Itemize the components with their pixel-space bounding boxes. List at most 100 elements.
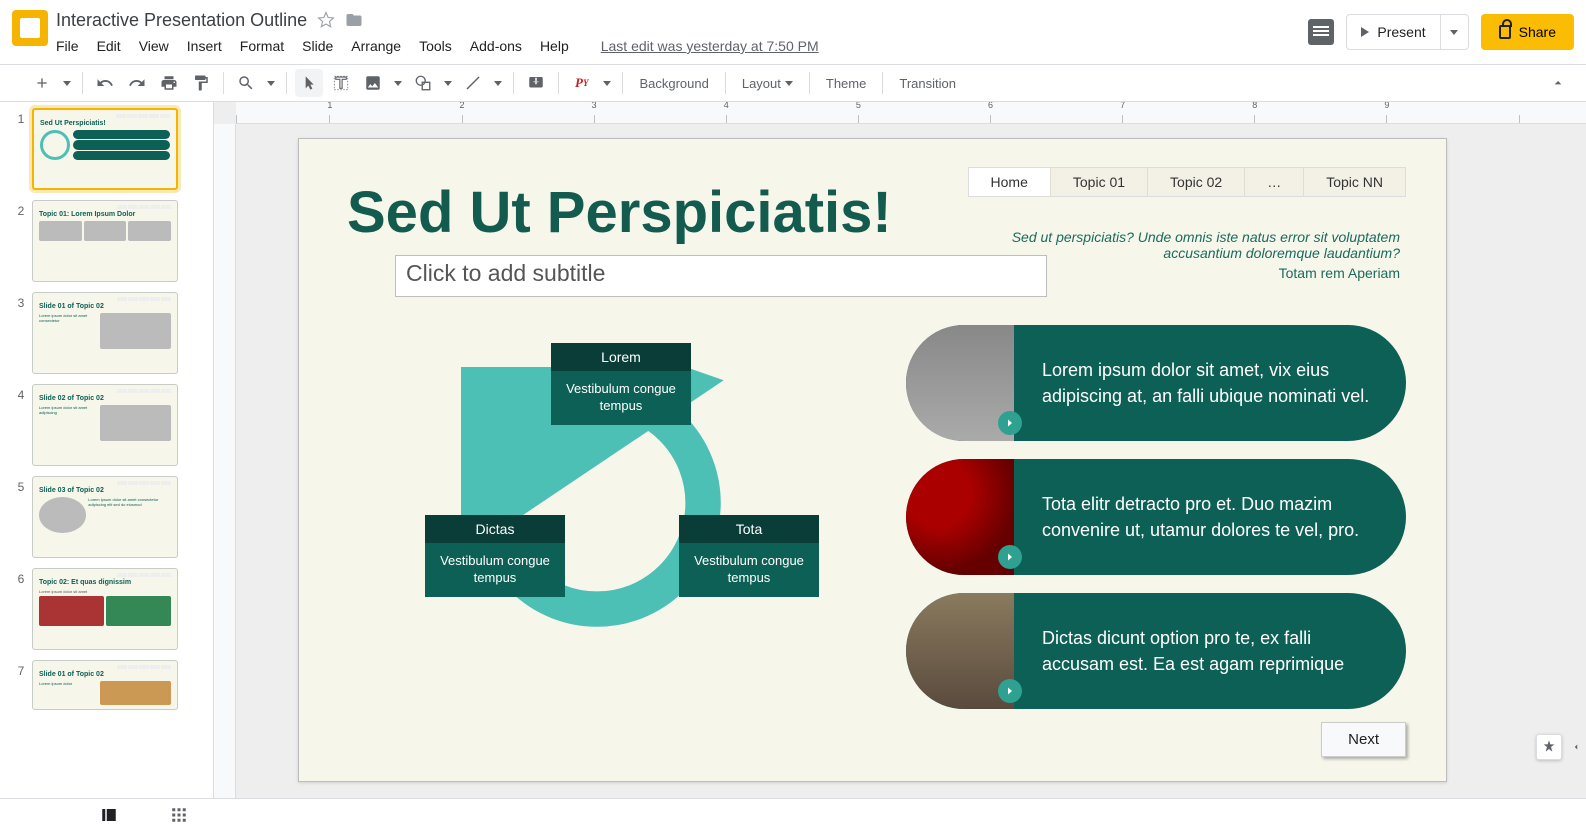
image-dropdown[interactable] [391, 69, 405, 97]
thumb-number: 4 [10, 384, 32, 466]
pill-item-2[interactable]: Tota elitr detracto pro et. Duo mazim co… [906, 459, 1406, 575]
script-dropdown[interactable] [600, 69, 614, 97]
cycle-box-tota[interactable]: TotaVestibulum congue tempus [679, 515, 819, 597]
nav-home[interactable]: Home [969, 168, 1050, 196]
pill-item-3[interactable]: Dictas dicunt option pro te, ex falli ac… [906, 593, 1406, 709]
svg-text:+: + [533, 76, 539, 88]
explore-button[interactable] [1536, 734, 1562, 760]
pill-list: Lorem ipsum dolor sit amet, vix eius adi… [906, 325, 1406, 727]
shape-dropdown[interactable] [441, 69, 455, 97]
pill-text: Dictas dicunt option pro te, ex falli ac… [1014, 593, 1406, 709]
next-button[interactable]: Next [1321, 722, 1406, 757]
grid-view-icon[interactable] [170, 806, 190, 826]
cycle-diagram[interactable]: LoremVestibulum congue tempus DictasVest… [425, 339, 855, 739]
slide-thumb-4[interactable]: Slide 02 of Topic 02 Lorem ipsum dolor s… [32, 384, 178, 466]
toolbar: + PY Background Layout Theme Transition [0, 64, 1586, 102]
nav-more[interactable]: … [1244, 168, 1303, 196]
share-label: Share [1519, 24, 1556, 40]
share-button[interactable]: Share [1481, 14, 1574, 50]
menu-format[interactable]: Format [240, 38, 284, 54]
menu-edit[interactable]: Edit [97, 38, 121, 54]
vertical-ruler[interactable] [214, 124, 236, 798]
chevron-right-icon[interactable] [998, 679, 1022, 703]
cycle-box-lorem[interactable]: LoremVestibulum congue tempus [551, 343, 691, 425]
layout-button[interactable]: Layout [734, 69, 801, 97]
zoom-button[interactable] [232, 69, 260, 97]
slide-tagline[interactable]: Sed ut perspiciatis? Unde omnis iste nat… [1010, 229, 1400, 281]
pill-text: Tota elitr detracto pro et. Duo mazim co… [1014, 459, 1406, 575]
slide-thumb-6[interactable]: Topic 02: Et quas dignissim Lorem ipsum … [32, 568, 178, 650]
chevron-right-icon[interactable] [998, 411, 1022, 435]
tagline-line3: Totam rem Aperiam [1010, 265, 1400, 281]
chevron-right-icon[interactable] [998, 545, 1022, 569]
theme-button[interactable]: Theme [818, 69, 874, 97]
comment-button[interactable]: + [522, 69, 550, 97]
present-label: Present [1377, 24, 1425, 40]
tagline-line2: accusantium doloremque laudantium? [1010, 245, 1400, 261]
select-tool[interactable] [295, 69, 323, 97]
subtitle-placeholder[interactable]: Click to add subtitle [395, 255, 1047, 297]
print-button[interactable] [155, 69, 183, 97]
background-button[interactable]: Background [631, 69, 716, 97]
open-comment-history-icon[interactable] [1308, 19, 1334, 45]
star-icon[interactable] [317, 11, 335, 29]
footer [0, 798, 1586, 832]
pill-text: Lorem ipsum dolor sit amet, vix eius adi… [1014, 325, 1406, 441]
menu-view[interactable]: View [139, 38, 169, 54]
nav-topic-nn[interactable]: Topic NN [1303, 168, 1405, 196]
thumb-number: 3 [10, 292, 32, 374]
tagline-line1: Sed ut perspiciatis? Unde omnis iste nat… [1010, 229, 1400, 245]
shape-tool[interactable] [409, 69, 437, 97]
filmstrip-view-icon[interactable] [100, 806, 120, 826]
paint-format-button[interactable] [187, 69, 215, 97]
thumb-number: 7 [10, 660, 32, 710]
redo-button[interactable] [123, 69, 151, 97]
canvas-area[interactable]: 123456789 Home Topic 01 Topic 02 … Topic… [214, 102, 1586, 798]
slide-navbar: Home Topic 01 Topic 02 … Topic NN [968, 167, 1406, 197]
image-tool[interactable] [359, 69, 387, 97]
textbox-tool[interactable] [327, 69, 355, 97]
pill-item-1[interactable]: Lorem ipsum dolor sit amet, vix eius adi… [906, 325, 1406, 441]
slide-title[interactable]: Sed Ut Perspiciatis! [347, 179, 892, 246]
slide-thumb-7[interactable]: Slide 01 of Topic 02 Lorem ipsum dolor [32, 660, 178, 710]
menu-help[interactable]: Help [540, 38, 569, 54]
new-slide-button[interactable] [28, 69, 56, 97]
last-edit-link[interactable]: Last edit was yesterday at 7:50 PM [601, 38, 819, 54]
nav-topic-02[interactable]: Topic 02 [1147, 168, 1244, 196]
menu-slide[interactable]: Slide [302, 38, 333, 54]
slide-thumb-3[interactable]: Slide 01 of Topic 02 Lorem ipsum dolor s… [32, 292, 178, 374]
thumb-number: 2 [10, 200, 32, 282]
slide-thumb-1[interactable]: Sed Ut Perspiciatis! [32, 108, 178, 190]
cycle-box-dictas[interactable]: DictasVestibulum congue tempus [425, 515, 565, 597]
horizontal-ruler[interactable]: 123456789 [236, 102, 1586, 124]
script-editor-button[interactable]: PY [567, 69, 596, 97]
transition-button[interactable]: Transition [891, 69, 964, 97]
slide-thumb-2[interactable]: Topic 01: Lorem Ipsum Dolor [32, 200, 178, 282]
slide-thumb-5[interactable]: Slide 03 of Topic 02 Lorem ipsum dolor s… [32, 476, 178, 558]
nav-topic-01[interactable]: Topic 01 [1050, 168, 1147, 196]
menu-insert[interactable]: Insert [187, 38, 222, 54]
line-tool[interactable] [459, 69, 487, 97]
thumb-number: 5 [10, 476, 32, 558]
thumb-number: 6 [10, 568, 32, 650]
menu-tools[interactable]: Tools [419, 38, 452, 54]
new-slide-dropdown[interactable] [60, 69, 74, 97]
zoom-dropdown[interactable] [264, 69, 278, 97]
slides-logo[interactable] [12, 10, 48, 46]
slide-thumbnails[interactable]: 1 Sed Ut Perspiciatis! 2 Topic 01: Lorem… [0, 102, 214, 798]
side-panel-toggle[interactable] [1568, 734, 1584, 760]
hide-menus-button[interactable] [1544, 69, 1572, 97]
line-dropdown[interactable] [491, 69, 505, 97]
doc-title[interactable]: Interactive Presentation Outline [56, 10, 307, 31]
present-dropdown[interactable] [1440, 15, 1468, 49]
undo-button[interactable] [91, 69, 119, 97]
present-button[interactable]: Present [1346, 14, 1468, 50]
menubar: File Edit View Insert Format Slide Arran… [56, 32, 1308, 54]
menu-addons[interactable]: Add-ons [470, 38, 522, 54]
lock-icon [1499, 25, 1511, 39]
move-folder-icon[interactable] [345, 11, 363, 29]
present-icon [1361, 27, 1369, 37]
menu-file[interactable]: File [56, 38, 79, 54]
slide-canvas[interactable]: Home Topic 01 Topic 02 … Topic NN Sed Ut… [298, 138, 1447, 782]
menu-arrange[interactable]: Arrange [351, 38, 401, 54]
